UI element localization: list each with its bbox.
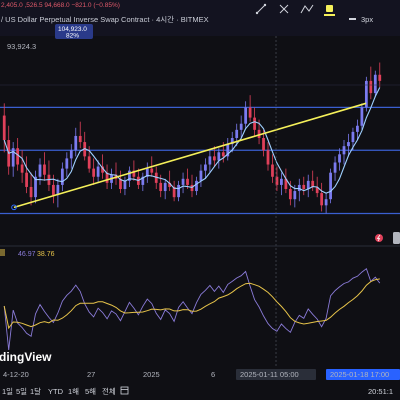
time-tick: 2025 <box>143 370 160 379</box>
time-tick: 6 <box>211 370 215 379</box>
range-1m[interactable]: 1달 <box>30 387 41 396</box>
time-tick-highlight: 2025-01-11 05:00 <box>240 370 299 379</box>
clock: 20:51:1 <box>368 387 393 396</box>
chart-background <box>0 0 400 400</box>
candle <box>364 76 368 112</box>
range-ytd[interactable]: YTD <box>48 387 64 396</box>
indicator-value-2: 38.76 <box>37 251 55 258</box>
time-tick-selected: 2025-01-18 17:00 <box>330 370 389 379</box>
range-5y[interactable]: 5해 <box>85 386 96 396</box>
line-width-label: 3px <box>361 15 373 24</box>
price-label: 93,924.3 <box>7 42 36 51</box>
range-1y[interactable]: 1해 <box>68 386 79 396</box>
indicator-value-1: 46.97 <box>18 251 36 258</box>
range-all[interactable]: 전체 <box>102 386 116 396</box>
tradingview-watermark: dingView <box>0 350 52 364</box>
settings-badge-icon[interactable] <box>393 232 400 244</box>
chart-window[interactable]: 3px 2,405.0 ,526.5 94,668.0 −821.0 (−0.8… <box>0 0 400 400</box>
time-tick: 4-12-20 <box>3 370 29 379</box>
ohlc-line: 2,405.0 ,526.5 94,668.0 −821.0 (−0.85%) <box>1 2 120 9</box>
range-1d[interactable]: 1일 <box>2 387 13 396</box>
indicator-chip <box>0 249 5 256</box>
time-tick: 27 <box>87 370 95 379</box>
time-axis[interactable]: 4-12-20 27 2025 6 2025-01-11 05:00 2025-… <box>0 368 400 382</box>
range-5d[interactable]: 5일 <box>16 387 27 396</box>
symbol-title: / US Dollar Perpetual Inverse Swap Contr… <box>1 14 209 24</box>
lightning-icon[interactable] <box>375 234 383 242</box>
price-tag-sub: 82% <box>66 33 79 40</box>
price-tag: 104,923.0 82% <box>55 24 93 40</box>
candle <box>329 168 332 204</box>
